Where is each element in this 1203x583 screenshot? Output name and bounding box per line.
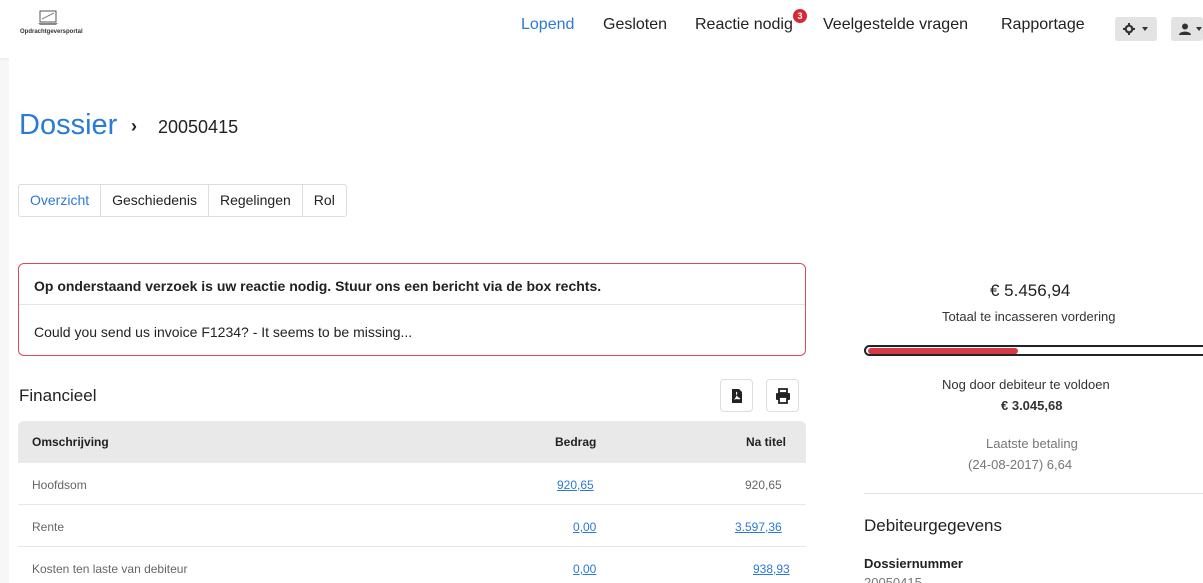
caret-down-icon (1142, 27, 1148, 31)
tab-rol[interactable]: Rol (303, 185, 346, 216)
alert-heading: Op onderstaand verzoek is uw reactie nod… (34, 278, 602, 294)
dossier-number-label: Dossiernummer (864, 556, 963, 571)
notification-badge: 3 (793, 9, 807, 23)
row-amount-link[interactable]: 920,65 (557, 478, 594, 492)
debtor-title: Debiteurgegevens (864, 516, 1002, 535)
pdf-icon (732, 389, 742, 403)
settings-dropdown[interactable] (1115, 17, 1157, 41)
alert-divider (19, 304, 805, 305)
table-row: Rente 0,00 3.597,36 (18, 505, 806, 547)
laptop-logo-icon (38, 10, 58, 25)
total-amount: € 5.456,94 (990, 281, 1071, 300)
tab-regelingen[interactable]: Regelingen (209, 185, 303, 216)
row-label: Rente (32, 520, 65, 534)
row-after-title-link[interactable]: 3.597,36 (735, 520, 782, 534)
reaction-needed-alert: Op onderstaand verzoek is uw reactie nod… (18, 263, 806, 356)
row-label: Hoofdsom (32, 478, 87, 492)
user-dropdown[interactable] (1171, 17, 1203, 41)
dossier-number-value: 20050415 (864, 575, 922, 583)
print-button[interactable] (766, 379, 799, 412)
remaining-label: Nog door debiteur te voldoen (942, 377, 1110, 392)
dossier-tabs: Overzicht Geschiedenis Regelingen Rol (18, 184, 347, 217)
row-after-title: 920,65 (745, 478, 782, 492)
nav-reactie-nodig[interactable]: Reactie nodig (695, 16, 793, 34)
nav-veelgestelde-vragen[interactable]: Veelgestelde vragen (823, 16, 968, 34)
pdf-export-button[interactable] (720, 379, 753, 412)
top-navbar: Opdrachtgeversportal Lopend Gesloten Rea… (0, 0, 1203, 58)
tab-overzicht[interactable]: Overzicht (19, 185, 102, 216)
column-header-omschrijving[interactable]: Omschrijving (32, 435, 109, 449)
column-header-bedrag[interactable]: Bedrag (555, 435, 596, 449)
nav-lopend[interactable]: Lopend (521, 16, 574, 34)
alert-message: Could you send us invoice F1234? - It se… (34, 324, 413, 340)
gear-icon (1123, 23, 1135, 35)
side-divider (864, 493, 1203, 494)
table-row: Hoofdsom 920,65 920,65 (18, 463, 806, 505)
app-logo-text: Opdrachtgeversportal (20, 29, 83, 35)
column-header-na-titel[interactable]: Na titel (746, 435, 786, 449)
total-amount-label: Totaal te incasseren vordering (942, 309, 1116, 324)
breadcrumb-dossier-id: 20050415 (158, 117, 239, 137)
table-header: Omschrijving Bedrag Na titel (18, 421, 806, 463)
nav-gesloten[interactable]: Gesloten (603, 16, 667, 34)
caret-down-icon (1196, 27, 1202, 31)
last-payment-label: Laatste betaling (986, 436, 1078, 451)
breadcrumb-separator-icon: › (131, 116, 137, 136)
payment-progress-fill (868, 348, 1019, 354)
table-row: Kosten ten laste van debiteur 0,00 938,9… (18, 547, 806, 583)
nav-rapportage[interactable]: Rapportage (1001, 16, 1085, 34)
row-after-title-link[interactable]: 938,93 (753, 562, 790, 576)
payment-progress-bar (864, 345, 1203, 356)
last-payment-value: (24-08-2017) 6,64 (968, 457, 1073, 472)
tab-geschiedenis[interactable]: Geschiedenis (101, 185, 209, 216)
breadcrumb-dossier[interactable]: Dossier (19, 109, 117, 142)
row-label: Kosten ten laste van debiteur (32, 562, 188, 576)
user-icon (1179, 23, 1191, 35)
remaining-amount: € 3.045,68 (1001, 398, 1063, 413)
row-amount-link[interactable]: 0,00 (573, 562, 596, 576)
app-logo[interactable]: Opdrachtgeversportal (20, 10, 100, 42)
row-amount-link[interactable]: 0,00 (573, 520, 596, 534)
print-icon (776, 388, 790, 404)
financial-title: Financieel (19, 386, 97, 405)
financial-table: Omschrijving Bedrag Na titel Hoofdsom 92… (18, 421, 806, 583)
